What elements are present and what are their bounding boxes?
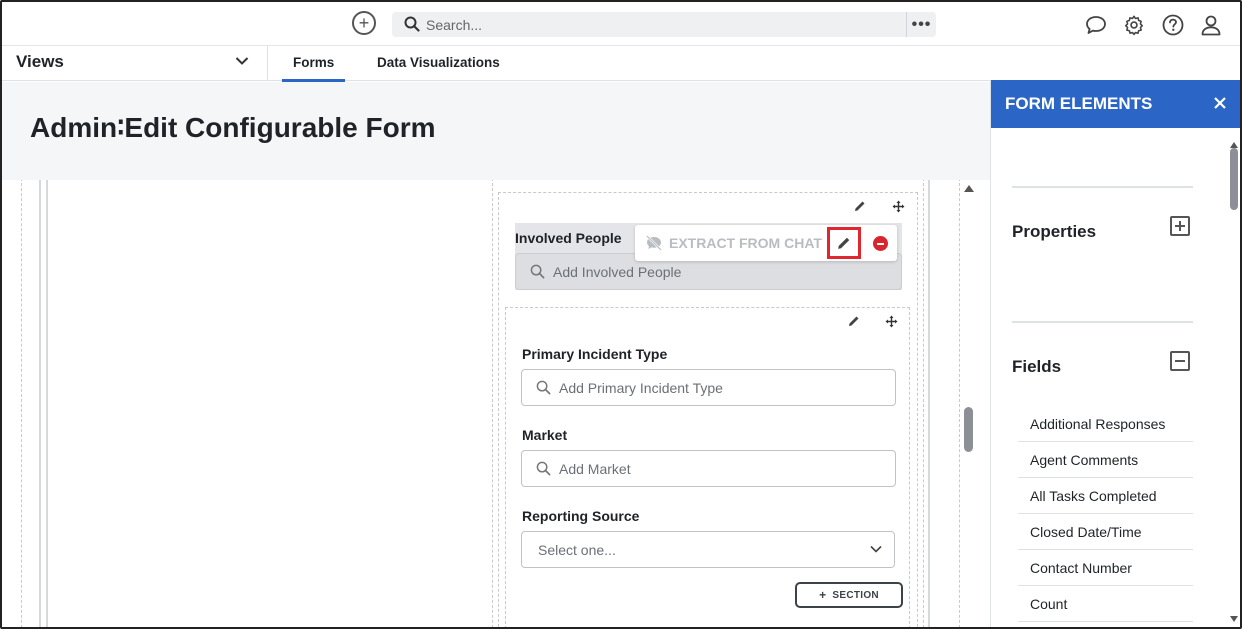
chevron-down-icon <box>235 57 249 65</box>
top-bar: + ••• <box>2 2 1240 46</box>
form-canvas: Involved People Add Involved People EXTR… <box>2 180 990 627</box>
views-label: Views <box>16 52 64 71</box>
scrollbar-thumb[interactable] <box>1230 148 1238 210</box>
form-elements-panel: FORM ELEMENTS Properties Fields Addition… <box>990 80 1240 627</box>
search-icon <box>536 380 551 395</box>
page-title: Admin∶Edit Configurable Form <box>30 112 436 143</box>
list-item[interactable]: Additional Responses <box>1018 406 1193 442</box>
layout-guide <box>46 180 48 627</box>
nav-row: Views Forms Data Visualizations <box>2 46 1240 82</box>
profile-button[interactable] <box>1199 13 1223 37</box>
gear-icon <box>1124 15 1144 36</box>
tab-data-visualizations[interactable]: Data Visualizations <box>377 55 500 70</box>
global-search: ••• <box>392 12 936 37</box>
close-icon[interactable] <box>1212 95 1228 111</box>
list-item[interactable]: All Tasks Completed <box>1018 478 1193 514</box>
search-options-button[interactable]: ••• <box>906 12 936 37</box>
list-item[interactable]: Count <box>1018 586 1193 622</box>
collapse-fields-button[interactable] <box>1170 351 1190 371</box>
fields-heading: Fields <box>1012 357 1062 376</box>
add-new-button[interactable]: + <box>352 11 376 35</box>
views-dropdown[interactable]: Views <box>2 46 268 81</box>
panel-header: FORM ELEMENTS <box>991 80 1240 128</box>
settings-button[interactable] <box>1122 13 1146 37</box>
chat-off-icon <box>646 235 662 251</box>
input-placeholder: Add Involved People <box>553 264 682 280</box>
chat-icon <box>1086 16 1106 34</box>
canvas-scrollbar[interactable] <box>960 180 978 627</box>
chat-button[interactable] <box>1084 13 1108 37</box>
pencil-icon <box>849 316 859 326</box>
move-icon <box>892 200 904 212</box>
edit-section-button[interactable] <box>852 198 868 214</box>
extract-label: EXTRACT FROM CHAT <box>669 235 822 251</box>
remove-field-button[interactable] <box>873 236 888 251</box>
tab-forms[interactable]: Forms <box>281 55 346 82</box>
panel-scrollbar[interactable] <box>1229 136 1239 626</box>
ellipsis-icon: ••• <box>911 15 932 33</box>
reporting-source-select[interactable]: Select one... <box>521 531 895 568</box>
list-item[interactable]: Closed Date/Time <box>1018 514 1193 550</box>
extract-from-chat-button[interactable]: EXTRACT FROM CHAT <box>645 235 822 251</box>
user-icon <box>1201 15 1221 36</box>
section-button-label: SECTION <box>832 589 879 601</box>
field-label: Involved People <box>515 230 622 246</box>
reporting-source-label: Reporting Source <box>522 508 640 524</box>
search-input[interactable] <box>426 14 886 35</box>
expand-properties-button[interactable] <box>1170 216 1190 236</box>
move-nested-section-handle[interactable] <box>883 313 899 329</box>
list-item[interactable]: Contact Number <box>1018 550 1193 586</box>
chevron-down-icon <box>870 545 882 553</box>
field-list: Additional Responses Agent Comments All … <box>1018 406 1193 622</box>
panel-title: FORM ELEMENTS <box>1005 94 1153 113</box>
edit-nested-section-button[interactable] <box>846 313 862 329</box>
properties-heading: Properties <box>1012 222 1097 241</box>
input-placeholder: Add Market <box>559 461 631 477</box>
plus-icon: + <box>819 588 827 602</box>
pencil-icon <box>838 237 850 249</box>
add-section-button[interactable]: + SECTION <box>795 582 903 608</box>
divider <box>1012 186 1193 188</box>
input-placeholder: Add Primary Incident Type <box>559 380 723 396</box>
scrollbar-thumb[interactable] <box>964 407 973 452</box>
pencil-icon <box>855 201 865 211</box>
move-icon <box>885 315 897 327</box>
market-label: Market <box>522 427 568 443</box>
divider <box>1012 321 1193 323</box>
primary-incident-type-input[interactable]: Add Primary Incident Type <box>521 369 896 406</box>
help-icon <box>1162 14 1184 36</box>
page-header: Admin∶Edit Configurable Form <box>2 82 990 180</box>
search-icon <box>404 16 420 32</box>
layout-guide <box>39 180 41 627</box>
search-icon <box>536 461 551 476</box>
app-window: + ••• <box>0 0 1242 629</box>
market-input[interactable]: Add Market <box>521 450 896 487</box>
search-icon <box>530 264 545 279</box>
primary-incident-type-label: Primary Incident Type <box>522 346 668 362</box>
field-toolbar: EXTRACT FROM CHAT <box>635 225 897 261</box>
edit-field-button[interactable] <box>827 227 861 259</box>
scroll-up-arrow-icon[interactable] <box>964 185 974 192</box>
list-item[interactable]: Agent Comments <box>1018 442 1193 478</box>
move-section-handle[interactable] <box>890 198 906 214</box>
plus-circle-icon: + <box>358 13 370 33</box>
scroll-down-arrow-icon[interactable] <box>1230 616 1238 622</box>
help-button[interactable] <box>1161 13 1185 37</box>
layout-guide <box>928 180 930 627</box>
select-placeholder: Select one... <box>538 542 616 558</box>
